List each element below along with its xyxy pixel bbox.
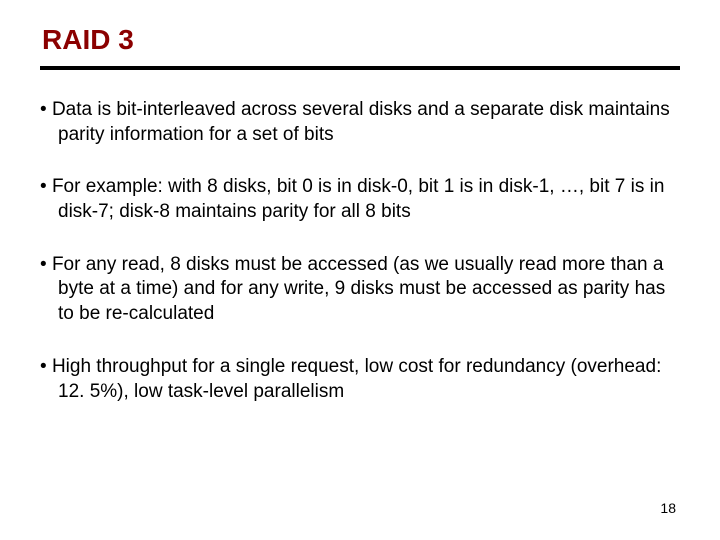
slide: RAID 3 Data is bit-interleaved across se… [0,0,720,540]
slide-title: RAID 3 [42,24,680,56]
bullet-list: Data is bit-interleaved across several d… [40,98,680,404]
list-item: For example: with 8 disks, bit 0 is in d… [40,175,680,224]
list-item: For any read, 8 disks must be accessed (… [40,253,680,327]
list-item: High throughput for a single request, lo… [40,355,680,404]
title-divider [40,66,680,70]
list-item: Data is bit-interleaved across several d… [40,98,680,147]
page-number: 18 [660,500,676,516]
